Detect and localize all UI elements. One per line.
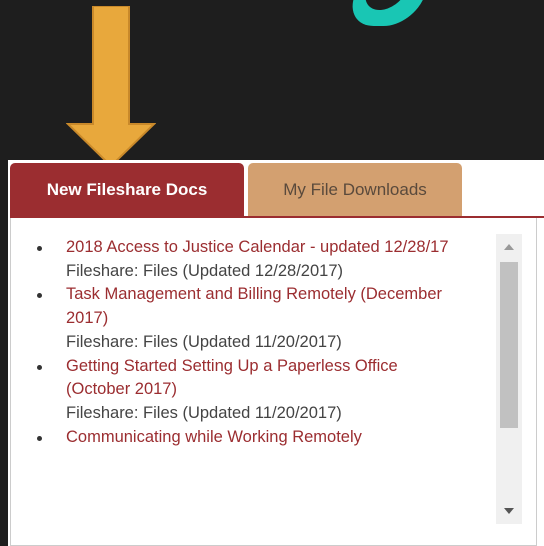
- file-list: 2018 Access to Justice Calendar - update…: [11, 218, 536, 449]
- file-link[interactable]: Communicating while Working Remotely: [66, 426, 456, 450]
- list-item: Task Management and Billing Remotely (De…: [11, 283, 456, 354]
- list-item: Getting Started Setting Up a Paperless O…: [11, 355, 456, 426]
- vertical-scrollbar[interactable]: [496, 234, 522, 524]
- file-meta: Fileshare: Files (Updated 11/20/2017): [66, 332, 342, 351]
- scroll-down-icon[interactable]: [496, 498, 522, 524]
- tab-new-fileshare-docs[interactable]: New Fileshare Docs: [10, 163, 244, 217]
- down-arrow-icon: [66, 6, 156, 166]
- file-link[interactable]: Getting Started Setting Up a Paperless O…: [66, 355, 456, 402]
- file-meta: Fileshare: Files (Updated 12/28/2017): [66, 261, 343, 280]
- file-link[interactable]: 2018 Access to Justice Calendar - update…: [66, 236, 456, 260]
- file-list-panel: 2018 Access to Justice Calendar - update…: [10, 218, 537, 546]
- scroll-up-icon[interactable]: [496, 234, 522, 260]
- fileshare-widget: New Fileshare Docs My File Downloads 201…: [8, 160, 544, 546]
- file-meta: Fileshare: Files (Updated 11/20/2017): [66, 403, 342, 422]
- decorative-teal-shape: [343, 0, 431, 26]
- scrollbar-thumb[interactable]: [500, 262, 518, 428]
- file-link[interactable]: Task Management and Billing Remotely (De…: [66, 283, 456, 330]
- tab-my-file-downloads[interactable]: My File Downloads: [248, 163, 462, 217]
- list-item: Communicating while Working Remotely: [11, 426, 456, 450]
- list-item: 2018 Access to Justice Calendar - update…: [11, 236, 456, 283]
